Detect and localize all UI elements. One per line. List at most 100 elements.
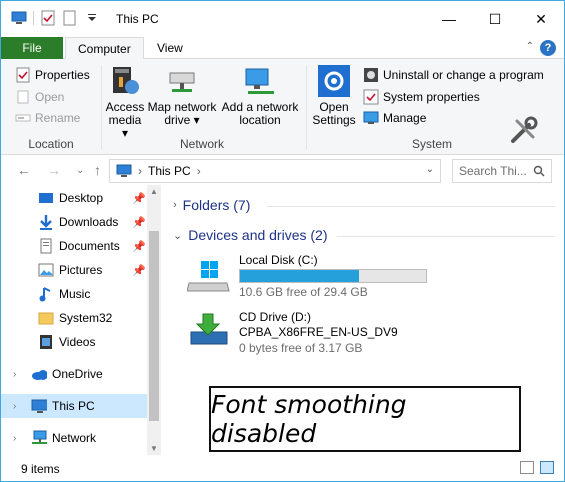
collapse-ribbon-icon[interactable]: ⌃ bbox=[526, 41, 534, 52]
search-placeholder: Search Thi... bbox=[459, 164, 527, 178]
properties-icon bbox=[16, 67, 30, 83]
breadcrumb-separator: › bbox=[138, 164, 142, 178]
new-folder-quick-icon[interactable] bbox=[62, 10, 78, 26]
drive-cd-d[interactable]: CD Drive (D:) CPBA_X86FRE_EN-US_DV9 0 by… bbox=[187, 310, 467, 356]
nav-item-videos[interactable]: Videos bbox=[1, 330, 147, 354]
explorer-window: This PC — ☐ ✕ File Computer View ⌃ ? Pro… bbox=[0, 0, 565, 482]
network-icon bbox=[32, 430, 47, 444]
nav-item-music[interactable]: Music bbox=[1, 282, 147, 306]
add-network-location-button[interactable]: Add a network location bbox=[220, 65, 300, 127]
nav-item-network[interactable]: › Network bbox=[1, 426, 147, 450]
uninstall-icon bbox=[364, 68, 378, 82]
open-settings-button[interactable]: Open Settings bbox=[311, 65, 357, 127]
address-dropdown-chevron-icon[interactable]: ⌄ bbox=[426, 164, 434, 175]
nav-item-onedrive[interactable]: › OneDrive bbox=[1, 362, 147, 386]
view-switcher bbox=[520, 461, 554, 474]
system-properties-icon bbox=[363, 89, 379, 105]
customize-toolbar-icon[interactable] bbox=[84, 10, 100, 26]
address-bar[interactable]: › This PC › ⌄ bbox=[109, 159, 441, 183]
pin-icon[interactable]: 📌 bbox=[132, 240, 146, 253]
window-controls: — ☐ ✕ bbox=[426, 1, 564, 37]
scrollbar-thumb[interactable] bbox=[149, 231, 159, 421]
expand-chevron-icon[interactable]: › bbox=[173, 199, 177, 211]
devices-section-header[interactable]: ⌄ Devices and drives (2) bbox=[173, 227, 328, 243]
nav-label: This PC bbox=[52, 399, 95, 413]
network-group: Access media ▾ Map network drive ▾ Add a… bbox=[102, 59, 302, 155]
item-count: 9 items bbox=[21, 462, 60, 476]
nav-scrollbar[interactable]: ▲ ▼ bbox=[147, 185, 161, 455]
tiles-view-icon[interactable] bbox=[540, 461, 554, 474]
scroll-up-arrow-icon[interactable]: ▲ bbox=[150, 187, 158, 196]
nav-item-desktop[interactable]: Desktop 📌 bbox=[1, 186, 147, 210]
folder-icon bbox=[38, 312, 54, 325]
close-button[interactable]: ✕ bbox=[518, 1, 564, 37]
open-button[interactable]: Open bbox=[15, 87, 64, 107]
ribbon: Properties Open Rename Location Access m… bbox=[1, 59, 564, 155]
expand-chevron-icon[interactable]: › bbox=[13, 369, 16, 380]
quick-access-toolbar bbox=[11, 10, 100, 26]
location-group: Properties Open Rename Location bbox=[1, 59, 101, 155]
search-box[interactable]: Search Thi... bbox=[452, 159, 552, 183]
forward-arrow-icon[interactable]: → bbox=[47, 162, 61, 178]
settings-gear-icon bbox=[318, 65, 350, 97]
breadcrumb-separator: › bbox=[196, 164, 201, 178]
search-icon bbox=[533, 165, 545, 177]
network-location-icon bbox=[244, 65, 276, 97]
up-arrow-icon[interactable]: ↑ bbox=[94, 162, 101, 178]
location-group-label: Location bbox=[28, 137, 74, 151]
collapse-chevron-icon[interactable]: ⌄ bbox=[173, 229, 182, 242]
status-bar: 9 items bbox=[1, 455, 564, 481]
nav-item-downloads[interactable]: Downloads 📌 bbox=[1, 210, 147, 234]
network-drive-icon bbox=[166, 65, 198, 97]
properties-quick-icon[interactable] bbox=[40, 10, 56, 26]
pin-icon[interactable]: 📌 bbox=[132, 192, 146, 205]
media-icon bbox=[109, 65, 141, 97]
open-label: Open bbox=[35, 90, 65, 104]
nav-label: OneDrive bbox=[52, 367, 103, 381]
music-note-icon bbox=[39, 287, 51, 302]
drive-local-disk-c[interactable]: Local Disk (C:) 10.6 GB free of 29.4 GB bbox=[187, 253, 467, 299]
drive-usage-bar bbox=[239, 269, 427, 283]
expand-chevron-icon[interactable]: › bbox=[13, 433, 16, 444]
tab-computer[interactable]: Computer bbox=[65, 37, 144, 60]
nav-item-pictures[interactable]: Pictures 📌 bbox=[1, 258, 147, 282]
section-divider bbox=[267, 206, 555, 207]
onedrive-cloud-icon bbox=[32, 370, 47, 380]
navigation-pane: Desktop 📌 Downloads 📌 Documents 📌 Pictur… bbox=[1, 185, 161, 455]
pin-icon[interactable]: 📌 bbox=[132, 216, 146, 229]
map-network-drive-button[interactable]: Map network drive ▾ bbox=[146, 65, 218, 127]
system-properties-label: System properties bbox=[383, 90, 480, 104]
scroll-down-arrow-icon[interactable]: ▼ bbox=[150, 444, 158, 453]
rename-button[interactable]: Rename bbox=[15, 108, 80, 128]
access-media-button[interactable]: Access media ▾ bbox=[104, 65, 146, 140]
properties-label: Properties bbox=[35, 68, 90, 82]
uninstall-program-button[interactable]: Uninstall or change a program bbox=[363, 65, 544, 85]
nav-label: Pictures bbox=[59, 263, 103, 277]
rename-icon bbox=[15, 114, 31, 122]
details-view-icon[interactable] bbox=[520, 461, 534, 474]
back-arrow-icon[interactable]: ← bbox=[17, 162, 31, 178]
help-button[interactable]: ? bbox=[540, 40, 556, 56]
expand-chevron-icon[interactable]: › bbox=[13, 401, 16, 412]
breadcrumb-this-pc[interactable]: This PC bbox=[148, 164, 191, 178]
folders-section-header[interactable]: › Folders (7) bbox=[173, 197, 250, 213]
tab-view[interactable]: View bbox=[145, 37, 195, 59]
overlay-caption: Font smoothing disabled bbox=[209, 386, 521, 452]
properties-button[interactable]: Properties bbox=[15, 65, 90, 85]
tab-file[interactable]: File bbox=[1, 37, 63, 59]
recent-locations-chevron-icon[interactable]: ⌄ bbox=[76, 165, 84, 176]
open-settings-label-line2: Settings bbox=[312, 113, 356, 127]
ribbon-tabs: File Computer View ⌃ ? bbox=[1, 37, 564, 60]
nav-item-documents[interactable]: Documents 📌 bbox=[1, 234, 147, 258]
pin-icon[interactable]: 📌 bbox=[132, 264, 146, 277]
system-properties-button[interactable]: System properties bbox=[363, 87, 480, 107]
minimize-button[interactable]: — bbox=[426, 1, 472, 37]
maximize-button[interactable]: ☐ bbox=[472, 1, 518, 37]
network-group-label: Network bbox=[179, 137, 224, 151]
drive-volume-label: CPBA_X86FRE_EN-US_DV9 bbox=[239, 325, 398, 339]
nav-item-system32[interactable]: System32 bbox=[1, 306, 147, 330]
local-disk-icon bbox=[187, 261, 230, 292]
manage-button[interactable]: Manage bbox=[363, 108, 426, 128]
toolbar-divider bbox=[33, 11, 34, 25]
nav-item-this-pc[interactable]: › This PC bbox=[1, 394, 147, 418]
